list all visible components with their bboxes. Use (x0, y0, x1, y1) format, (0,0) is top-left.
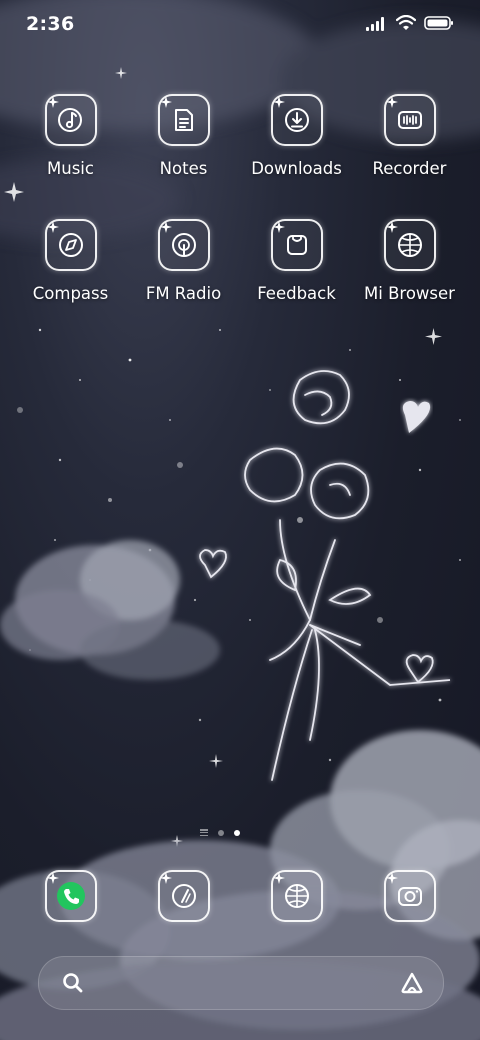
app-notes[interactable]: Notes (127, 90, 240, 200)
dock (14, 862, 466, 932)
sparkle-icon (160, 221, 172, 233)
mi-browser-tile[interactable] (384, 219, 436, 271)
recorder-tile[interactable] (384, 94, 436, 146)
app-label: Music (47, 159, 94, 178)
phone-tile[interactable] (45, 870, 97, 922)
camera-tile[interactable] (384, 870, 436, 922)
home-search-bar[interactable] (38, 956, 444, 1010)
sparkle-icon (273, 96, 285, 108)
battery-icon (424, 16, 453, 30)
status-bar: 2:36 (0, 0, 480, 50)
app-label: FM Radio (145, 284, 222, 303)
sparkle-icon (47, 221, 59, 233)
feedback-tile[interactable] (271, 219, 323, 271)
notes-tile[interactable] (158, 94, 210, 146)
status-icons (366, 15, 454, 31)
page-dot-1[interactable] (218, 829, 224, 836)
app-label: Feedback (257, 284, 336, 303)
page-indicator[interactable] (200, 829, 240, 836)
app-feedback[interactable]: Feedback (240, 215, 353, 325)
status-time: 2:36 (26, 13, 75, 35)
app-fm-radio[interactable]: FM Radio (127, 215, 240, 325)
sparkle-icon (273, 872, 285, 884)
app-label: Recorder (372, 159, 447, 178)
sparkle-icon (47, 96, 59, 108)
page-dot-2-active[interactable] (234, 829, 240, 836)
sparkle-icon (386, 872, 398, 884)
dock-browser[interactable] (240, 866, 353, 926)
sparkle-icon (273, 221, 285, 233)
app-downloads[interactable]: Downloads (240, 90, 353, 200)
dock-browser-tile[interactable] (271, 870, 323, 922)
app-recorder[interactable]: Recorder (353, 90, 466, 200)
app-compass[interactable]: Compass (14, 215, 127, 325)
downloads-tile[interactable] (271, 94, 323, 146)
app-label: Mi Browser (364, 284, 455, 303)
sparkle-icon (160, 872, 172, 884)
sparkle-icon (386, 221, 398, 233)
page-list-icon[interactable] (200, 829, 208, 836)
dock-compass-tile[interactable] (158, 870, 210, 922)
app-label: Notes (159, 159, 208, 178)
compass-tile[interactable] (45, 219, 97, 271)
app-mi-browser[interactable]: Mi Browser (353, 215, 466, 325)
assistant-icon[interactable] (399, 971, 425, 995)
signal-icon (366, 16, 384, 31)
sparkle-icon (386, 96, 398, 108)
music-tile[interactable] (45, 94, 97, 146)
sparkle-icon (160, 96, 172, 108)
sparkle-icon (47, 872, 59, 884)
dock-compass[interactable] (127, 866, 240, 926)
app-label: Compass (32, 284, 109, 303)
dock-camera[interactable] (353, 866, 466, 926)
dock-phone[interactable] (14, 866, 127, 926)
wifi-icon (396, 15, 416, 30)
fm-radio-tile[interactable] (158, 219, 210, 271)
app-label: Downloads (251, 159, 342, 178)
app-music[interactable]: Music (14, 90, 127, 200)
search-icon[interactable] (61, 971, 85, 995)
